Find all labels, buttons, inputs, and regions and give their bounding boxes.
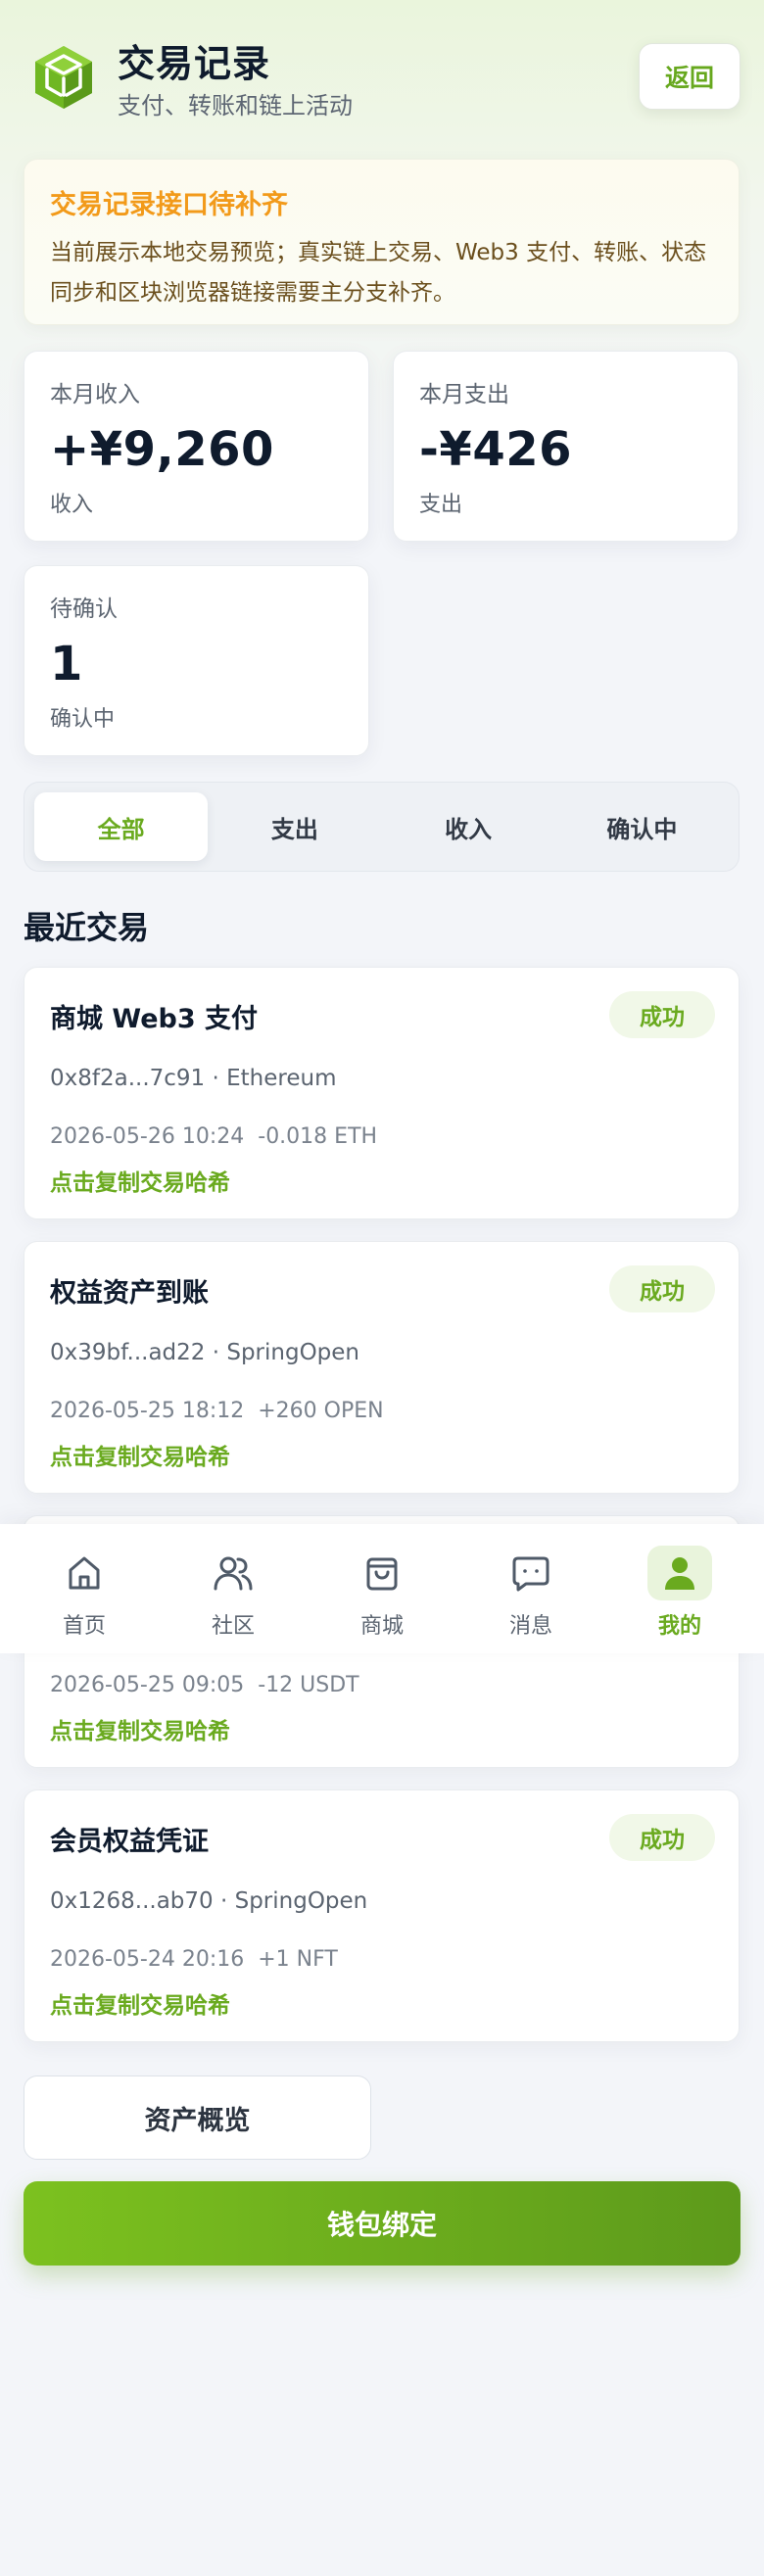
filter-tabs: 全部 支出 收入 确认中 <box>24 782 740 872</box>
stat-sub: 支出 <box>419 493 463 517</box>
nav-label: 我的 <box>657 1614 701 1639</box>
nav-label: 社区 <box>211 1614 255 1639</box>
transaction-address: 0x1268...ab70 · SpringOpen <box>50 1888 368 1914</box>
stat-sub: 确认中 <box>50 707 116 732</box>
stat-card-pending: 待确认 1 确认中 <box>24 565 369 756</box>
page-title: 交易记录 <box>118 42 271 85</box>
transaction-amount: +1 NFT <box>258 1947 338 1972</box>
transaction-time: 2026-05-24 20:16 <box>50 1947 245 1972</box>
copy-hash-link[interactable]: 点击复制交易哈希 <box>50 1986 230 2020</box>
stat-label: 本月支出 <box>419 382 509 407</box>
message-icon <box>499 1546 563 1600</box>
notice-title: 交易记录接口待补齐 <box>50 190 288 220</box>
transaction-records-page: 交易记录 支付、转账和链上活动 返回 交易记录接口待补齐 当前展示本地交易预览；… <box>0 0 764 2576</box>
api-notice-banner: 交易记录接口待补齐 当前展示本地交易预览；真实链上交易、Web3 支付、转账、状… <box>24 159 740 325</box>
stat-card-expense: 本月支出 -¥426 支出 <box>393 351 739 542</box>
home-icon <box>52 1546 117 1600</box>
transaction-card[interactable]: 会员权益凭证 成功 0x1268...ab70 · SpringOpen 202… <box>24 1789 740 2042</box>
stat-label: 本月收入 <box>50 382 140 407</box>
notice-text: 当前展示本地交易预览；真实链上交易、Web3 支付、转账、状态同步和区块浏览器链… <box>50 240 707 306</box>
stat-value: +¥9,260 <box>50 422 274 477</box>
nav-label: 首页 <box>62 1614 106 1639</box>
nav-item-shop[interactable]: 商城 <box>308 1524 456 1653</box>
users-icon <box>201 1546 265 1600</box>
page-subtitle: 支付、转账和链上活动 <box>118 92 353 119</box>
shopping-bag-icon <box>350 1546 414 1600</box>
nav-label: 消息 <box>508 1614 552 1639</box>
transaction-card[interactable]: 权益资产到账 成功 0x39bf...ad22 · SpringOpen 202… <box>24 1241 740 1494</box>
copy-hash-link[interactable]: 点击复制交易哈希 <box>50 1164 230 1197</box>
transaction-amount: -12 USDT <box>258 1673 359 1697</box>
transaction-amount: +260 OPEN <box>258 1399 384 1423</box>
transaction-time: 2026-05-25 09:05 <box>50 1673 245 1697</box>
bottom-nav: 首页 社区 商城 消息 我的 <box>0 1524 764 1653</box>
tab-all[interactable]: 全部 <box>34 792 209 861</box>
transaction-address: 0x8f2a...7c91 · Ethereum <box>50 1066 337 1091</box>
nav-item-profile[interactable]: 我的 <box>605 1524 754 1653</box>
transaction-time: 2026-05-26 10:24 <box>50 1124 245 1149</box>
status-badge: 成功 <box>609 1265 715 1312</box>
status-badge: 成功 <box>609 1814 715 1861</box>
nav-item-community[interactable]: 社区 <box>159 1524 308 1653</box>
wallet-bind-button[interactable]: 钱包绑定 <box>24 2181 740 2266</box>
copy-hash-link[interactable]: 点击复制交易哈希 <box>50 1712 230 1745</box>
tab-pending[interactable]: 确认中 <box>555 792 729 861</box>
cube-logo-icon <box>31 43 96 112</box>
page-header: 交易记录 支付、转账和链上活动 返回 <box>24 31 740 121</box>
stat-label: 待确认 <box>50 596 118 622</box>
nav-label: 商城 <box>359 1614 404 1639</box>
nav-item-messages[interactable]: 消息 <box>456 1524 605 1653</box>
copy-hash-link[interactable]: 点击复制交易哈希 <box>50 1438 230 1471</box>
nav-item-home[interactable]: 首页 <box>10 1524 159 1653</box>
transaction-meta: 2026-05-25 18:12 +260 OPEN <box>50 1399 384 1423</box>
transaction-title: 会员权益凭证 <box>50 1827 209 1857</box>
stat-card-income: 本月收入 +¥9,260 收入 <box>24 351 369 542</box>
asset-overview-button[interactable]: 资产概览 <box>24 2075 371 2160</box>
status-badge: 成功 <box>609 991 715 1038</box>
transaction-title: 权益资产到账 <box>50 1278 209 1309</box>
transaction-meta: 2026-05-25 09:05 -12 USDT <box>50 1673 359 1697</box>
section-title-recent: 最近交易 <box>24 909 150 946</box>
transaction-amount: -0.018 ETH <box>258 1124 378 1149</box>
transaction-meta: 2026-05-26 10:24 -0.018 ETH <box>50 1124 377 1149</box>
transaction-address: 0x39bf...ad22 · SpringOpen <box>50 1340 360 1365</box>
transaction-meta: 2026-05-24 20:16 +1 NFT <box>50 1947 338 1972</box>
tab-expense[interactable]: 支出 <box>208 792 381 861</box>
transaction-card[interactable]: 商城 Web3 支付 成功 0x8f2a...7c91 · Ethereum 2… <box>24 967 740 1219</box>
back-button[interactable]: 返回 <box>639 43 740 110</box>
transaction-time: 2026-05-25 18:12 <box>50 1399 245 1423</box>
stat-value: -¥426 <box>419 422 573 477</box>
user-icon <box>647 1546 712 1600</box>
transaction-title: 商城 Web3 支付 <box>50 1004 259 1034</box>
stat-value: 1 <box>50 637 83 692</box>
stat-sub: 收入 <box>50 493 94 517</box>
tab-income[interactable]: 收入 <box>382 792 555 861</box>
